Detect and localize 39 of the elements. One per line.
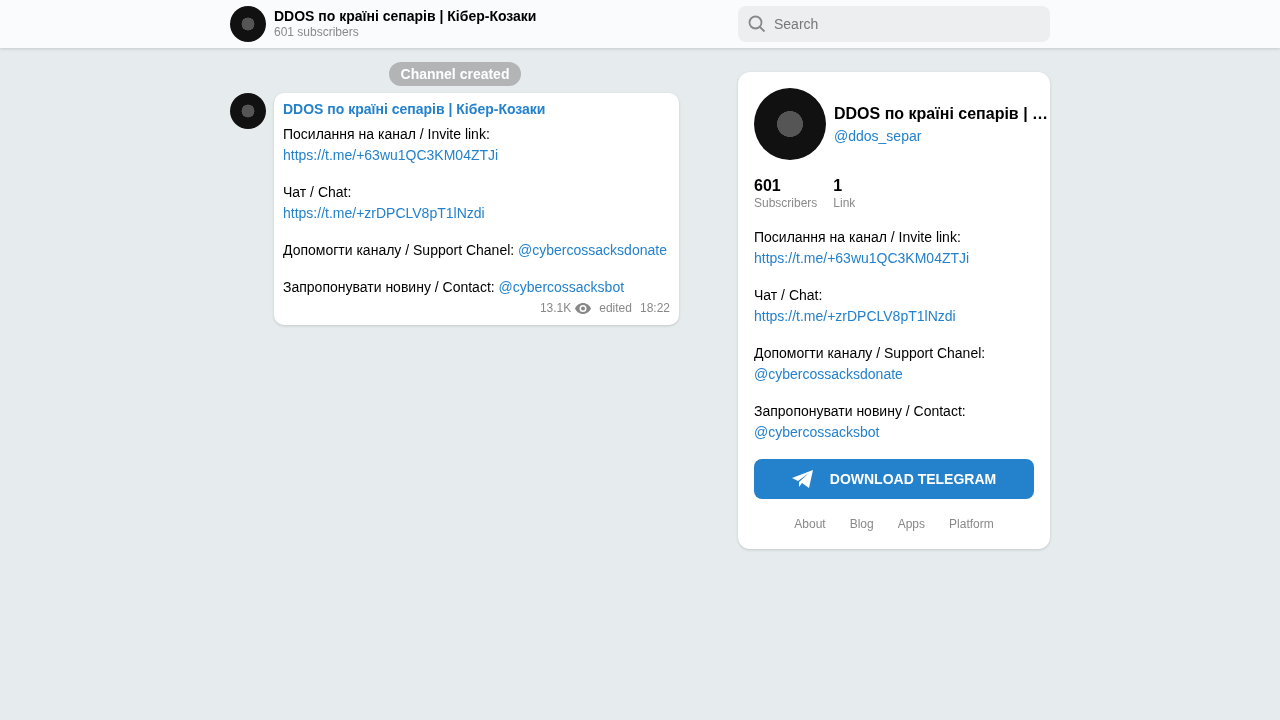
- paragraph-label: Посилання на канал / Invite link:: [754, 229, 961, 245]
- paper-plane-icon: [791, 470, 814, 488]
- edited-label: edited: [599, 300, 632, 317]
- service-message: Channel created: [388, 62, 522, 86]
- paragraph-label: Допомогти каналу / Support Chanel:: [754, 345, 986, 361]
- paragraph-label: Запропонувати новину / Contact:: [754, 403, 966, 419]
- footer-link[interactable]: Blog: [849, 515, 874, 533]
- eye-icon: [575, 303, 592, 314]
- link[interactable]: https://t.me/+zrDPCLV8pT1lNzdi: [283, 205, 485, 221]
- link[interactable]: @cybercossacksdonate: [518, 242, 667, 258]
- stat-label: Link: [833, 196, 856, 211]
- link[interactable]: @cybercossacksbot: [498, 279, 625, 295]
- footer-link[interactable]: Apps: [897, 515, 926, 533]
- link[interactable]: @cybercossacksbot: [754, 424, 880, 440]
- stat-label: Subscribers: [754, 196, 818, 211]
- username-link[interactable]: @ddos_separ: [834, 127, 922, 144]
- channel-avatar: [230, 93, 266, 129]
- paragraph-label: Допомогти каналу / Support Chanel:: [283, 242, 515, 258]
- link[interactable]: @cybercossacksdonate: [754, 366, 903, 382]
- footer-link[interactable]: Platform: [949, 515, 994, 533]
- channel-avatar: [230, 6, 266, 42]
- channel-title: DDOS по країні сепарів | Кібер-Козаки: [274, 8, 537, 25]
- link[interactable]: https://t.me/+63wu1QC3KM04ZTJi: [754, 250, 970, 266]
- stat-value: 601: [754, 176, 782, 196]
- view-count: 13.1K: [539, 300, 572, 317]
- channel-name: DDOS по країні сепарів | …: [834, 103, 1049, 124]
- link[interactable]: https://t.me/+zrDPCLV8pT1lNzdi: [754, 308, 956, 324]
- paragraph-label: Чат / Chat:: [754, 287, 823, 303]
- stat-value: 1: [833, 176, 844, 196]
- message-author[interactable]: DDOS по країні сепарів | Кібер-Козаки: [283, 99, 670, 120]
- subscriber-count: 601 subscribers: [274, 25, 360, 40]
- link[interactable]: https://t.me/+63wu1QC3KM04ZTJi: [283, 147, 499, 163]
- paragraph-label: Посилання на канал / Invite link:: [283, 126, 490, 142]
- message-time: 18:22: [639, 300, 670, 317]
- download-button[interactable]: DOWNLOAD TELEGRAM: [754, 459, 1034, 499]
- paragraph-label: Чат / Chat:: [283, 184, 352, 200]
- footer-link[interactable]: About: [794, 515, 826, 533]
- search-field[interactable]: Search: [738, 6, 1050, 42]
- paragraph-label: Запропонувати новину / Contact:: [283, 279, 495, 295]
